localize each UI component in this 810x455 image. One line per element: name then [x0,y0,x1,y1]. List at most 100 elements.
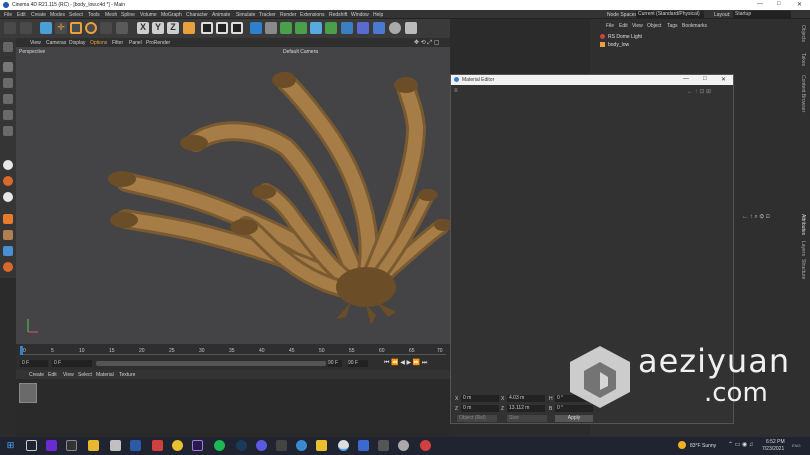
menu-spline[interactable]: Spline [121,12,135,18]
material-swatch[interactable] [19,383,37,403]
subdivision-icon[interactable] [280,22,292,34]
undo-icon[interactable] [4,22,16,34]
material-editor-minimize-icon[interactable]: — [683,76,689,82]
vp-menu-filter[interactable]: Filter [112,40,123,46]
workplane-icon[interactable] [3,176,13,186]
scene-icon[interactable] [325,22,337,34]
playhead[interactable] [20,346,23,355]
vp-menu-view[interactable]: View [30,40,41,46]
menu-edit[interactable]: Edit [17,12,26,18]
redshift-icon[interactable] [3,160,13,170]
lock-icon[interactable] [3,246,13,256]
material-menu-view[interactable]: View [63,372,74,378]
right-tab-attributes[interactable]: Attributes [800,214,806,235]
end-frame-field[interactable]: 90 F [328,360,342,367]
object-row[interactable]: body_low [596,41,786,49]
points-mode-icon[interactable] [3,94,13,104]
om-menu-object[interactable]: Object [647,23,661,29]
app-icon-1[interactable] [46,440,57,451]
menu-file[interactable]: File [4,12,12,18]
camera-icon[interactable] [357,22,369,34]
end-frame-field-2[interactable]: 90 F [348,360,368,367]
app-icon-6[interactable] [214,440,225,451]
x-axis-icon[interactable]: X [137,22,149,34]
app-icon-14[interactable] [420,440,431,451]
y-axis-icon[interactable]: Y [152,22,164,34]
chrome-icon[interactable] [172,440,183,451]
menu-render[interactable]: Render [280,12,296,18]
material-menu-select[interactable]: Select [78,372,92,378]
right-tab-content-browser[interactable]: Content Browser [800,75,806,112]
coord-size-x[interactable]: 4.03 m [507,395,545,402]
right-tab-structure[interactable]: Structure [800,259,806,279]
material-menu-texture[interactable]: Texture [119,372,135,378]
om-menu-tags[interactable]: Tags [667,23,678,29]
app-icon-9[interactable] [296,440,307,451]
cube-icon[interactable] [250,22,262,34]
right-tab-layers[interactable]: Layers [800,241,806,256]
app-icon-13[interactable] [398,440,409,451]
paint-icon[interactable] [3,230,13,240]
app-icon-4[interactable] [130,440,141,451]
app-icon-2[interactable] [66,440,77,451]
render-view-icon[interactable] [201,22,213,34]
menu-character[interactable]: Character [186,12,208,18]
windows-start-icon[interactable]: ⊞ [5,440,16,451]
clock-time[interactable]: 6:52 PM [766,439,785,445]
model-mode-icon[interactable] [3,62,13,72]
material-menu-edit[interactable]: Edit [48,372,57,378]
om-menu-view[interactable]: View [632,23,643,29]
attributes-nav-icons[interactable]: ← ↑ ⌕ ⚙ ⊡ [742,214,770,221]
recent-tools-icon[interactable] [100,22,112,34]
bulb-icon[interactable] [405,22,417,34]
clock-date[interactable]: 7/23/2021 [762,446,784,452]
steam-icon[interactable] [236,440,247,451]
hydra-model[interactable] [16,47,450,344]
weather-icon[interactable] [678,441,686,449]
apply-button[interactable]: Apply [555,415,593,422]
language-indicator[interactable]: ENG [792,443,801,448]
menu-mograph[interactable]: MoGraph [161,12,182,18]
app-icon-10[interactable] [316,440,327,451]
axis-icon[interactable] [3,214,13,224]
menu-tracker[interactable]: Tracker [259,12,276,18]
coord-size-dropdown[interactable]: Size [507,415,547,422]
coord-mode-dropdown[interactable]: Object (Rel) [457,415,497,422]
after-effects-icon[interactable] [192,440,203,451]
timeline-ruler[interactable]: 0 5 10 15 20 25 30 35 40 45 50 55 60 65 … [20,346,446,355]
menu-help[interactable]: Help [373,12,383,18]
select-icon[interactable] [40,22,52,34]
task-view-icon[interactable] [26,440,37,451]
coord-size-z[interactable]: 13.112 m [507,405,545,412]
playback-controls[interactable]: ⏮ ⏪ ◀ ▶ ⏩ ⏭ [384,359,427,367]
menu-animate[interactable]: Animate [212,12,230,18]
app-icon-8[interactable] [276,440,287,451]
file-explorer-icon[interactable] [88,440,99,451]
app-icon-3[interactable] [110,440,121,451]
rotate-icon[interactable] [85,22,97,34]
start-frame-field[interactable]: 0 F [52,360,92,367]
menu-redshift[interactable]: Redshift [329,12,347,18]
material-menu-material[interactable]: Material [96,372,114,378]
menu-modes[interactable]: Modes [50,12,65,18]
app-icon-5[interactable] [152,440,163,451]
render-picture-icon[interactable] [216,22,228,34]
cloner-icon[interactable] [295,22,307,34]
system-tray-icons[interactable]: ⌃ ▭ ◉ ♫ [728,441,753,448]
vp-menu-cameras[interactable]: Cameras [46,40,66,46]
z-axis-icon[interactable]: Z [167,22,179,34]
om-menu-bookmarks[interactable]: Bookmarks [682,23,707,29]
vp-menu-display[interactable]: Display [69,40,85,46]
app-icon-7[interactable] [256,440,267,451]
snap-tool-icon[interactable] [3,192,13,202]
cinema4d-taskbar-icon[interactable] [338,440,349,451]
vp-menu-prorender[interactable]: ProRender [146,40,170,46]
menu-tools[interactable]: Tools [88,12,100,18]
solo-icon[interactable] [3,262,13,272]
om-menu-edit[interactable]: Edit [619,23,628,29]
material-editor-nav-icons[interactable]: ← ↑ ⊡ ⊞ [687,88,711,95]
scale-icon[interactable] [70,22,82,34]
deformer-icon[interactable] [310,22,322,34]
texture-mode-icon[interactable] [3,78,13,88]
weather-text[interactable]: 83°F Sunny [690,443,716,449]
